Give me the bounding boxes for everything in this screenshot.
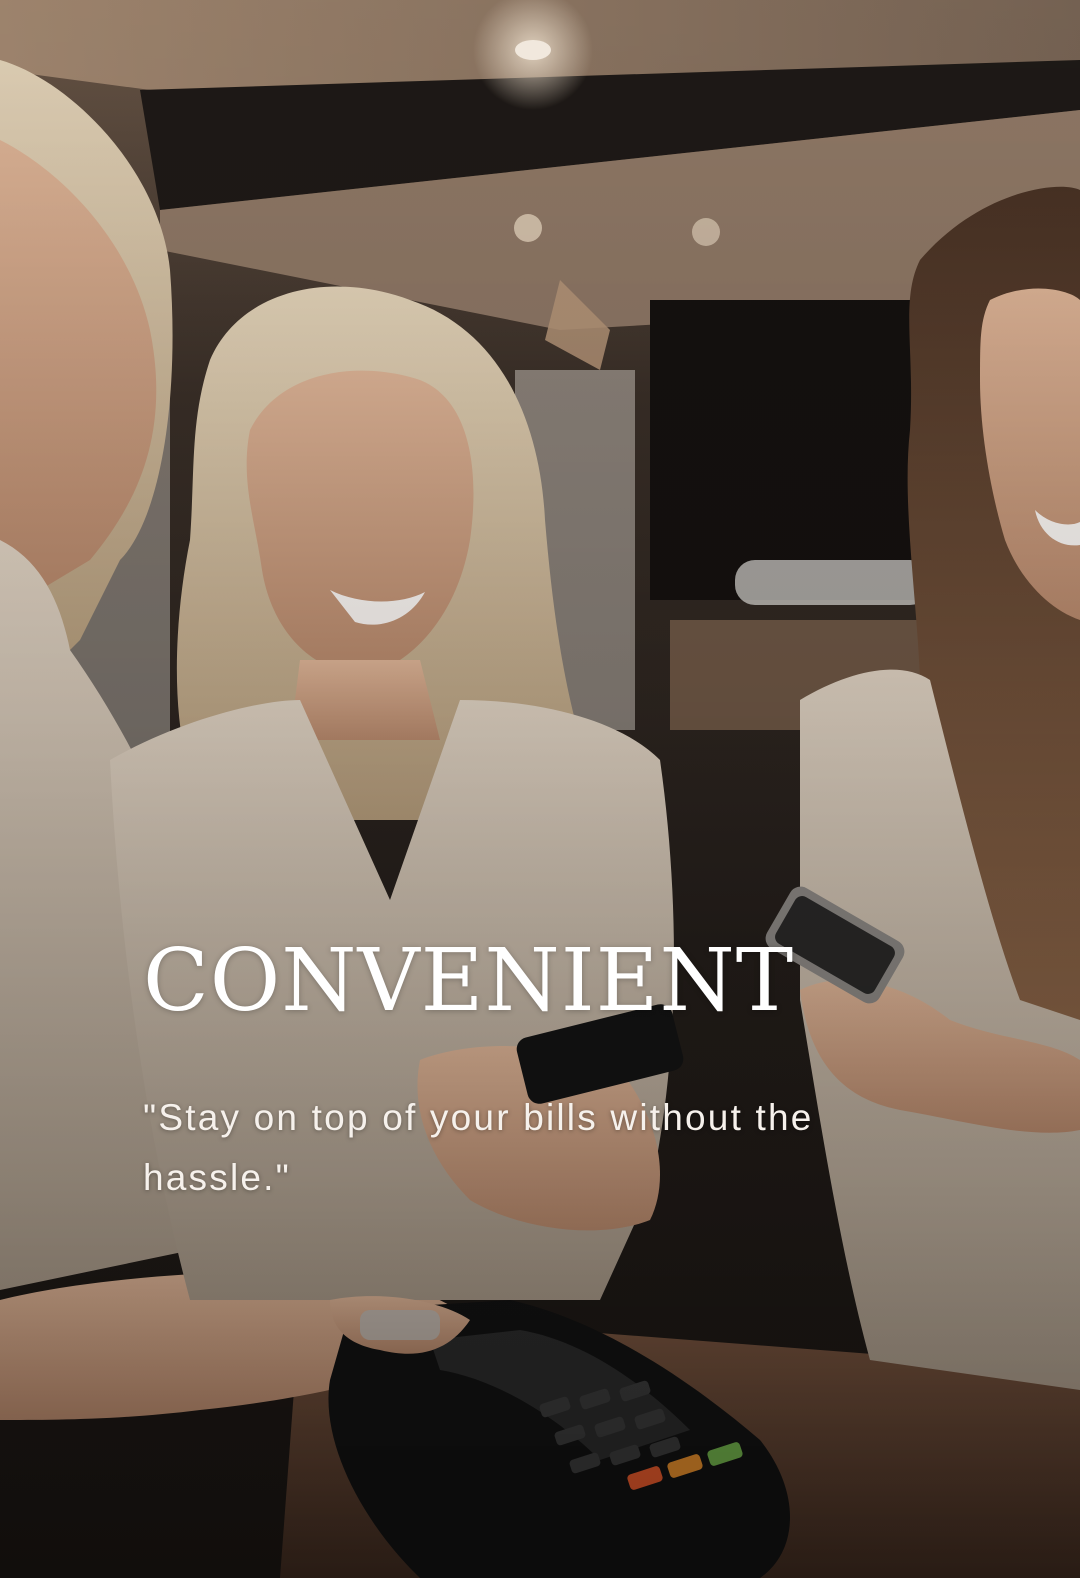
headline: CONVENIENT [143,931,795,1031]
tagline-quote: "Stay on top of your bills without the h… [143,1097,814,1198]
promo-screen: CONVENIENT "Stay on top of your bills wi… [0,0,1080,1578]
photo-dim-overlay [0,0,1080,1578]
